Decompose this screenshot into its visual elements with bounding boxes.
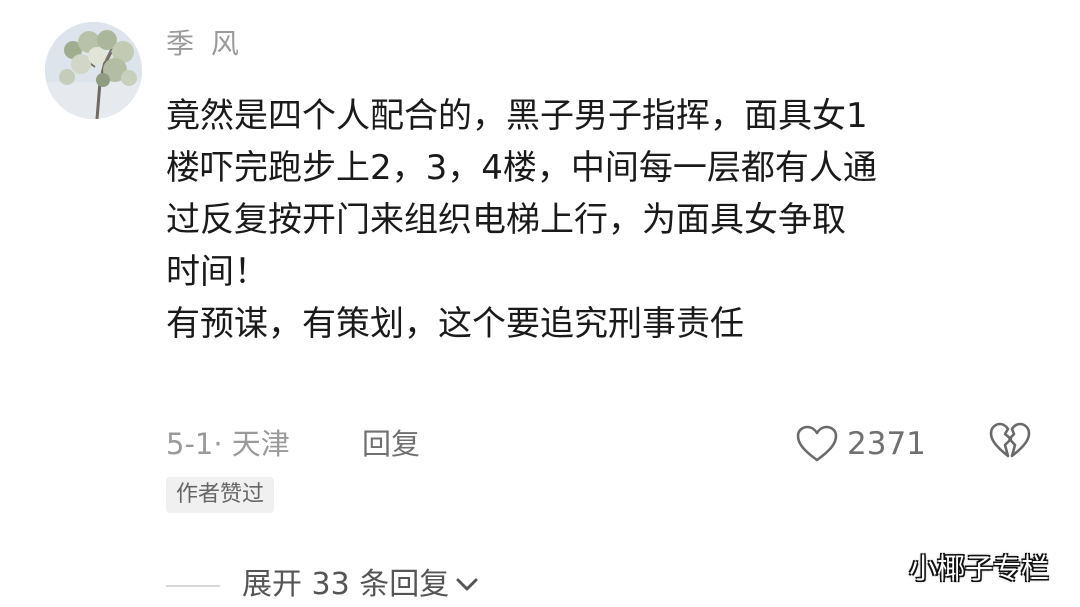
divider [166, 585, 220, 587]
expand-replies-button[interactable]: 展开 33 条回复 [242, 563, 481, 607]
dislike-button[interactable] [988, 421, 1032, 467]
comment-line: 过反复按开门来组织电梯上行，为面具女争取 [166, 200, 846, 240]
author-liked-badge: 作者赞过 [166, 477, 275, 513]
reply-button[interactable]: 回复 [362, 422, 420, 466]
like-count: 2371 [847, 426, 926, 462]
broken-heart-icon [989, 422, 1031, 458]
like-button[interactable]: 2371 [795, 420, 926, 468]
comment-line: 有预谋，有策划，这个要追究刑事责任 [166, 304, 744, 344]
username[interactable]: 季 风 [166, 24, 243, 64]
chevron-down-icon [456, 578, 478, 591]
avatar-image [45, 22, 142, 119]
comment-line: 楼吓完跑步上2，3，4楼，中间每一层都有人通 [166, 148, 877, 188]
comment-line: 时间！ [166, 252, 268, 292]
comment-line: 竟然是四个人配合的，黑子男子指挥，面具女1 [166, 96, 868, 136]
avatar[interactable] [45, 22, 142, 119]
heart-outline-icon [796, 425, 838, 462]
comment-text: 竟然是四个人配合的，黑子男子指挥，面具女1 楼吓完跑步上2，3，4楼，中间每一层… [166, 90, 1046, 350]
comment-date-location: 5-1· 天津 [166, 427, 290, 461]
watermark: 小椰子专栏 [909, 552, 1050, 585]
expand-replies-label: 展开 33 条回复 [242, 567, 450, 602]
